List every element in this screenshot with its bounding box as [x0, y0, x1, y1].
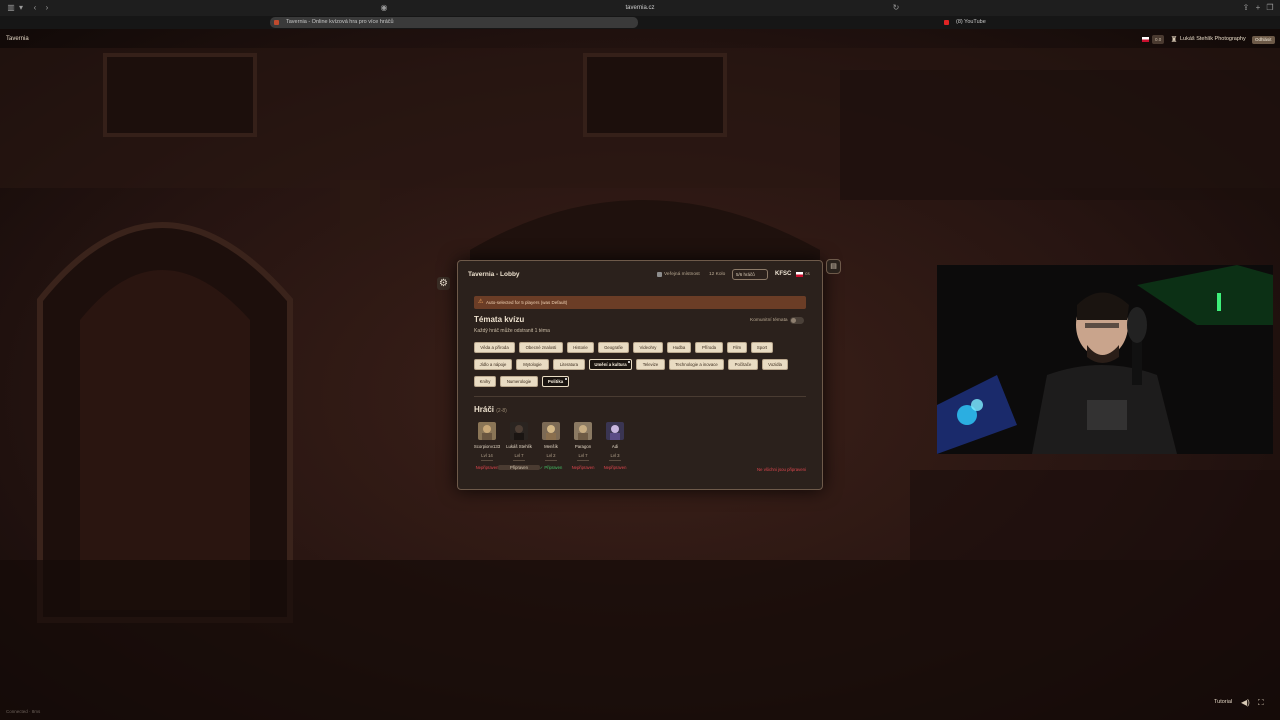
sidebar-icon[interactable]: ▥	[6, 3, 16, 13]
topic-chip[interactable]: Jídlo a nápoje	[474, 359, 512, 370]
player-divider	[513, 460, 525, 461]
topic-chip-selected[interactable]: Umění a kultura	[589, 359, 632, 370]
players-title: Hráči (2-8)	[474, 405, 507, 414]
not-all-ready-text: Ne všichni jsou připraveni	[757, 467, 806, 472]
level-badge: 0.0	[1152, 35, 1165, 44]
player-divider	[609, 460, 621, 461]
chevron-down-icon[interactable]: ▾	[16, 3, 26, 13]
tabs-icon[interactable]: ❐	[1265, 3, 1275, 13]
reload-icon[interactable]: ↻	[891, 3, 901, 13]
shield-icon[interactable]: ◉	[379, 3, 389, 13]
player-level: Lvl 7	[514, 453, 524, 458]
topic-chip[interactable]: Mytologie	[516, 359, 549, 370]
player-level: Lvl 14	[481, 453, 493, 458]
avatar	[478, 422, 496, 440]
gear-icon[interactable]: ⚙	[437, 277, 450, 290]
rounds-label[interactable]: 12 Kolo	[709, 272, 725, 277]
fullscreen-icon[interactable]: ⛶	[1258, 698, 1264, 708]
players-pill[interactable]: 5/6 hráčů	[732, 269, 768, 280]
topic-chip[interactable]: Geografie	[598, 342, 629, 353]
tutorial-link[interactable]: Tutorial	[1214, 699, 1232, 705]
volume-icon[interactable]: ◀)	[1241, 698, 1250, 707]
tavernia-favicon-icon	[274, 20, 279, 25]
topic-chip[interactable]: Literatura	[553, 359, 585, 370]
avatar	[510, 422, 528, 440]
lobby-lang[interactable]: cs	[805, 272, 810, 277]
topic-chip[interactable]: Počítače	[728, 359, 758, 370]
topic-chip[interactable]: Videohry	[633, 342, 663, 353]
community-topics-toggle[interactable]	[790, 317, 804, 324]
topic-chip[interactable]: Numerologie	[500, 376, 538, 387]
logout-button[interactable]: Odhlásit	[1252, 36, 1275, 44]
topics-title: Témata kvízu	[474, 315, 525, 324]
player-name: Adi	[611, 444, 619, 449]
alert-text: Auto-selected for 5 players (was Default…	[486, 300, 568, 305]
webcam-overlay	[937, 265, 1273, 454]
section-divider	[474, 396, 806, 397]
czech-flag-icon	[796, 272, 803, 277]
share-icon[interactable]: ⇪	[1241, 3, 1251, 13]
new-tab-icon[interactable]: +	[1253, 3, 1263, 13]
player-divider	[481, 460, 493, 461]
room-code[interactable]: KFSC	[775, 271, 791, 277]
player-level: Lvl 7	[578, 453, 588, 458]
players-title-text: Hráči	[474, 405, 495, 414]
topic-chip[interactable]: Historie	[567, 342, 594, 353]
topic-chip[interactable]: Věda a příroda	[474, 342, 515, 353]
chat-icon[interactable]: ▤	[826, 259, 841, 274]
topic-chip[interactable]: Sport	[751, 342, 773, 353]
auto-select-alert: ⚠ Auto-selected for 5 players (was Defau…	[474, 296, 806, 309]
tab-title: Tavernia - Online kvízová hra pro více h…	[286, 19, 394, 25]
back-icon[interactable]: ‹	[30, 3, 40, 13]
player-divider	[577, 460, 589, 461]
tab-bar	[0, 16, 1280, 29]
players-pill-text: 5/6 hráčů	[736, 272, 755, 277]
avatar	[606, 422, 624, 440]
player-status: Nepřipraven	[603, 465, 627, 470]
address-bar[interactable]: tavernia.cz	[560, 2, 720, 14]
connection-status: Connected · 8ms	[6, 709, 41, 714]
topic-chip[interactable]: Vozidla	[762, 359, 788, 370]
player-divider	[545, 460, 557, 461]
player-level: Lvl 3	[610, 453, 620, 458]
site-brand[interactable]: Tavernia	[6, 36, 29, 42]
czech-flag-icon[interactable]	[1142, 37, 1149, 42]
player-level: Lvl 2	[546, 453, 556, 458]
community-topics-label: Komunitní témata	[750, 318, 788, 323]
topic-chip[interactable]: Technologie a inovace	[669, 359, 724, 370]
topic-chip[interactable]: Televize	[636, 359, 665, 370]
public-room-label: Veřejná místnost	[664, 272, 700, 277]
forward-icon[interactable]: ›	[42, 3, 52, 13]
tab-youtube[interactable]: (8) YouTube	[940, 17, 1060, 28]
tab-title: (8) YouTube	[956, 19, 986, 25]
youtube-favicon-icon	[944, 20, 949, 25]
topics-subtitle: Každý hráč může odstranit 1 téma	[474, 328, 550, 334]
topic-chip[interactable]: Příroda	[695, 342, 723, 353]
topic-chip[interactable]: Knihy	[474, 376, 496, 387]
user-icon: ♜	[1170, 35, 1178, 44]
avatar	[574, 422, 592, 440]
tab-tavernia[interactable]: Tavernia - Online kvízová hra pro více h…	[270, 17, 638, 28]
avatar	[542, 422, 560, 440]
topic-chip[interactable]: Film	[727, 342, 747, 353]
username[interactable]: Lukáš Stehlík Photography	[1180, 36, 1246, 42]
players-count: (2-8)	[496, 408, 507, 414]
lobby-title: Tavernia - Lobby	[468, 271, 520, 278]
topic-chip[interactable]: Hudba	[667, 342, 691, 353]
screen: ▥ ▾ ‹ › ◉ tavernia.cz ↻ ⇪ + ❐ Tavernia -…	[0, 0, 1280, 720]
public-room-checkbox[interactable]	[657, 272, 662, 277]
webcam-image	[937, 265, 1273, 454]
topic-chip-selected[interactable]: Politika	[542, 376, 569, 387]
warning-icon: ⚠	[478, 299, 484, 305]
topic-chip[interactable]: Obecné znalosti	[519, 342, 563, 353]
